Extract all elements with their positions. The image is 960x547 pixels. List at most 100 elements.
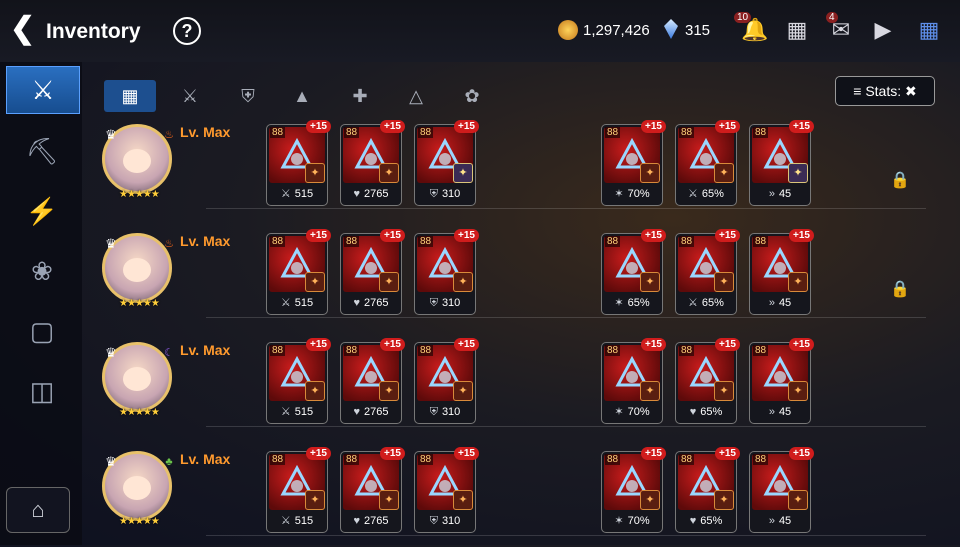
star-rating: ★★★★★ [119, 189, 160, 200]
equipment-slot[interactable]: 88 +15 ✦ ⛨ 310 [414, 447, 479, 533]
equipment-slot[interactable]: 88 +15 ✦ ⚔ 515 [266, 447, 331, 533]
equipment-slot[interactable]: 88 +15 ✦ » 45 [749, 447, 814, 533]
storage-button-icon[interactable]: ⌂ [6, 487, 70, 533]
equipment-slot[interactable]: 88 +15 ✦ ⛨ 310 [414, 229, 479, 315]
hero-row[interactable]: ♛ ♨ ★★★★★ Lv. Max 88 +15 ✦ ⚔ 515 88 +15 ✦ ♥ 2765 88 +15… [96, 120, 942, 220]
tab-helmet-icon[interactable]: ▲ [276, 80, 328, 112]
lock-icon[interactable]: 🔒 [890, 279, 910, 299]
item-level: 88 [753, 236, 769, 247]
enhance-badge: +15 [715, 447, 740, 460]
sidebar-catalyst-icon[interactable]: ⚡ [6, 188, 78, 234]
stats-filter-button[interactable]: ≡ Stats: ✖ [835, 76, 935, 106]
item-level: 88 [679, 454, 695, 465]
item-level: 88 [605, 127, 621, 138]
attack-icon: ⚔ [280, 406, 291, 418]
equipment-slot[interactable]: 88 +15 ✦ ⚔ 515 [266, 120, 331, 206]
crit-icon: ✶ [614, 515, 624, 527]
stat-value: 65% [700, 406, 723, 418]
equipment-slot[interactable]: 88 +15 ✦ ✶ 70% [601, 120, 666, 206]
hero-level: Lv. Max [180, 342, 231, 358]
help-icon[interactable]: ? [173, 17, 201, 45]
defense-icon: ⛨ [429, 297, 438, 309]
attack-icon: ⚔ [280, 188, 291, 200]
equipment-slot[interactable]: 88 +15 ✦ ✶ 65% [601, 229, 666, 315]
equipment-slot[interactable]: 88 +15 ✦ » 45 [749, 229, 814, 315]
equipment-slot[interactable]: 88 +15 ✦ ♥ 2765 [340, 338, 405, 424]
item-main-stat: ✶ 70% [602, 403, 662, 421]
enhance-badge: +15 [454, 338, 479, 351]
sidebar-artifact-icon[interactable]: ⛏ [6, 128, 78, 174]
item-main-stat: ✶ 70% [602, 185, 662, 203]
set-icon: ✦ [305, 163, 325, 183]
tab-weapon-icon[interactable]: ⚔ [164, 80, 216, 112]
set-icon: ✦ [640, 490, 660, 510]
equipment-slot[interactable]: 88 +15 ✦ ♥ 2765 [340, 120, 405, 206]
hero-level: Lv. Max [180, 124, 231, 140]
stat-value: 2765 [364, 515, 389, 527]
equipment-slot[interactable]: 88 +15 ✦ ♥ 2765 [340, 447, 405, 533]
equipment-slot[interactable]: 88 +15 ✦ ⚔ 515 [266, 338, 331, 424]
equipment-slot[interactable]: 88 +15 ✦ ⚔ 65% [675, 229, 740, 315]
sidebar-consumable-icon[interactable]: ▢ [6, 308, 78, 354]
lock-icon[interactable]: 🔒 [890, 170, 910, 190]
stat-value: 65% [627, 297, 650, 309]
defense-icon: ⛨ [429, 406, 438, 418]
item-level: 88 [344, 236, 360, 247]
set-icon: ✦ [379, 381, 399, 401]
enhance-badge: +15 [789, 338, 814, 351]
chat-icon[interactable]: ▶ [868, 15, 898, 45]
tab-all-icon[interactable]: ▦ [104, 80, 156, 112]
page-title: Inventory [46, 20, 141, 43]
tab-boots-icon[interactable]: ✿ [446, 80, 498, 112]
enhance-badge: +15 [454, 120, 479, 133]
equipment-slot[interactable]: 88 +15 ✦ ⚔ 65% [675, 120, 740, 206]
sidebar-chest-icon[interactable]: ◫ [6, 368, 78, 414]
hero-face [123, 367, 151, 391]
hero-portrait[interactable]: ♛ ♣ ★★★★★ [102, 451, 173, 527]
hero-row[interactable]: ♛ ♣ ★★★★★ Lv. Max 88 +15 ✦ ⚔ 515 88 +15 ✦ ♥ 2765 88 +15… [96, 447, 942, 547]
back-arrow-icon[interactable]: ❮ [10, 14, 35, 44]
enhance-badge: +15 [641, 338, 666, 351]
tab-ring-icon[interactable]: △ [390, 80, 442, 112]
equipment-slot[interactable]: 88 +15 ✦ ♥ 65% [675, 447, 740, 533]
equipment-slot[interactable]: 88 +15 ✦ ⚔ 515 [266, 229, 331, 315]
sidebar-material-icon[interactable]: ❀ [6, 248, 78, 294]
equipment-slot[interactable]: 88 +15 ✦ » 45 [749, 338, 814, 424]
equipment-slot[interactable]: 88 +15 ✦ ⛨ 310 [414, 338, 479, 424]
stat-value: 45 [778, 297, 792, 309]
item-level: 88 [605, 236, 621, 247]
sidebar-equipment-icon[interactable]: ⚔ [6, 66, 80, 114]
hero-row[interactable]: ♛ ♨ ★★★★★ Lv. Max 88 +15 ✦ ⚔ 515 88 +15 ✦ ♥ 2765 88 +15… [96, 229, 942, 329]
set-icon: ✦ [305, 490, 325, 510]
hero-row[interactable]: ♛ ☾ ★★★★★ Lv. Max 88 +15 ✦ ⚔ 515 88 +15 ✦ ♥ 2765 88 +15… [96, 338, 942, 438]
enhance-badge: +15 [380, 120, 405, 133]
equipment-slot[interactable]: 88 +15 ✦ ♥ 65% [675, 338, 740, 424]
class-icon: ♛ [105, 236, 117, 251]
enhance-badge: +15 [789, 229, 814, 242]
stat-value: 310 [441, 188, 461, 200]
equipment-slot[interactable]: 88 +15 ✦ ♥ 2765 [340, 229, 405, 315]
hero-portrait[interactable]: ♛ ♨ ★★★★★ [102, 233, 174, 309]
hero-portrait[interactable]: ♛ ☾ ★★★★★ [102, 342, 174, 418]
stats-label: Stats: [865, 83, 902, 99]
equipment-slot[interactable]: 88 +15 ✦ ✶ 70% [601, 447, 666, 533]
team-icon[interactable]: ▦ [782, 15, 812, 45]
enhance-badge: +15 [306, 447, 331, 460]
health-icon: ♥ [353, 406, 361, 418]
attack-icon: ⚔ [280, 515, 291, 527]
speed-icon: » [768, 297, 775, 309]
menu-grid-icon[interactable]: ▦ [914, 15, 944, 45]
equipment-slot[interactable]: 88 +15 ✦ ⛨ 310 [414, 120, 479, 206]
equipment-slot[interactable]: 88 +15 ✦ » 45 [749, 120, 814, 206]
tab-necklace-icon[interactable]: ✚ [334, 80, 386, 112]
item-level: 88 [679, 236, 695, 247]
equipment-slot[interactable]: 88 +15 ✦ ✶ 70% [601, 338, 666, 424]
hero-portrait[interactable]: ♛ ♨ ★★★★★ [102, 124, 174, 200]
class-icon: ♛ [105, 345, 117, 360]
tab-armor-icon[interactable]: ⛨ [222, 80, 274, 112]
row-divider [206, 317, 926, 318]
item-level: 88 [679, 127, 695, 138]
stat-value: 515 [294, 406, 314, 418]
enhance-badge: +15 [715, 338, 740, 351]
item-main-stat: ⛨ 310 [415, 185, 475, 203]
